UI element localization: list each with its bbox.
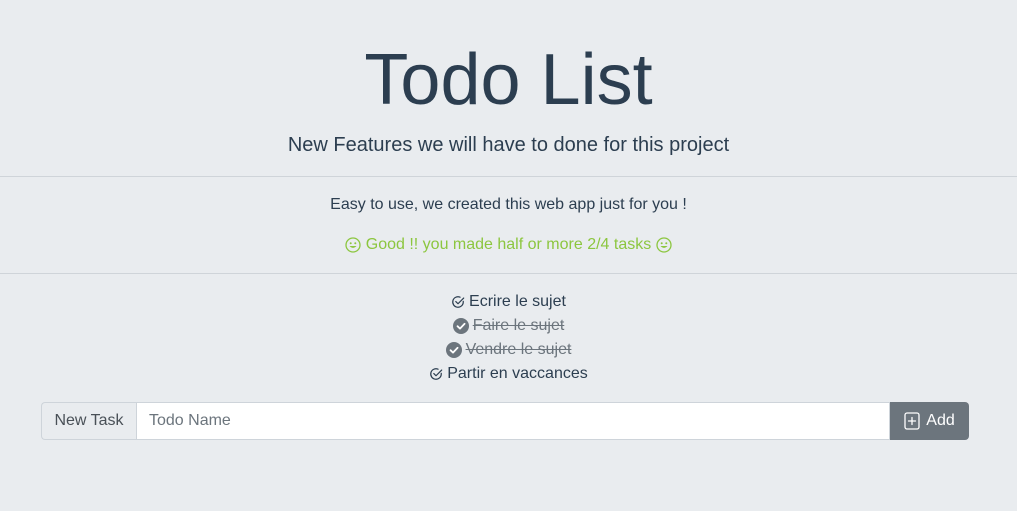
todo-item[interactable]: Faire le sujet bbox=[452, 314, 565, 338]
check-outline-icon[interactable] bbox=[429, 367, 443, 381]
new-task-label: New Task bbox=[41, 402, 136, 440]
todo-item[interactable]: Vendre le sujet bbox=[445, 338, 572, 362]
todo-label: Vendre le sujet bbox=[465, 341, 572, 358]
progress-status: Good !! you made half or more 2/4 tasks bbox=[0, 235, 1017, 255]
divider bbox=[0, 176, 1017, 177]
todo-label: Ecrire le sujet bbox=[469, 293, 566, 310]
smiley-icon bbox=[656, 237, 672, 253]
check-filled-icon[interactable] bbox=[445, 342, 462, 358]
page-title: Todo List bbox=[364, 40, 653, 120]
todo-name-input[interactable] bbox=[136, 402, 890, 440]
check-filled-icon[interactable] bbox=[452, 318, 469, 334]
check-outline-icon[interactable] bbox=[451, 295, 465, 309]
smiley-icon bbox=[345, 237, 361, 253]
divider bbox=[0, 273, 1017, 274]
new-task-form: New Task Add bbox=[41, 402, 969, 440]
add-button[interactable]: Add bbox=[890, 402, 969, 440]
todo-list: Ecrire le sujet Faire le sujet Vendre le… bbox=[0, 290, 1017, 386]
add-button-label: Add bbox=[926, 412, 955, 429]
status-text: Good !! you made half or more 2/4 tasks bbox=[365, 236, 652, 253]
todo-label: Partir en vaccances bbox=[447, 365, 588, 382]
todo-item[interactable]: Partir en vaccances bbox=[429, 362, 588, 386]
page-subtitle: New Features we will have to done for th… bbox=[287, 134, 730, 156]
lead-text: Easy to use, we created this web app jus… bbox=[330, 196, 687, 213]
plus-square-icon bbox=[904, 412, 920, 430]
todo-label: Faire le sujet bbox=[472, 317, 565, 334]
todo-item[interactable]: Ecrire le sujet bbox=[451, 290, 566, 314]
todo-app: Todo List New Features we will have to d… bbox=[0, 0, 1017, 511]
